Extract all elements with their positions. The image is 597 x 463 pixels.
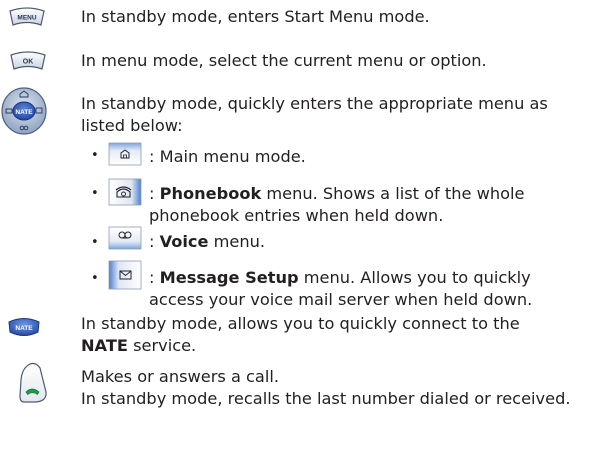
left-key-icon: [108, 260, 142, 290]
up-key-icon: [108, 142, 142, 166]
bullet: •: [91, 271, 99, 286]
sub-item-voice: : Voice menu.: [149, 231, 589, 253]
row-send-text: Makes or answers a call. In standby mode…: [81, 366, 586, 409]
row-nav-text: In standby mode, quickly enters the appr…: [81, 94, 548, 135]
nate-post: service.: [127, 335, 197, 355]
menu-key-label: MENU: [17, 15, 36, 22]
row-nate-text: In standby mode, allows you to quickly c…: [81, 313, 586, 356]
nav-key-label: NATE: [15, 109, 33, 116]
row-ok-text: In menu mode, select the current menu or…: [81, 51, 487, 70]
nate-key-label: NATE: [15, 325, 33, 332]
message-setup-desc: menu. Allows you to quickly access your …: [149, 268, 533, 309]
ok-key-icon: OK: [8, 50, 48, 72]
voice-bold: Voice: [159, 232, 209, 251]
bullet: •: [91, 186, 99, 201]
sub-item-message-setup-text: : Message Setup menu. Allows you to quic…: [149, 267, 589, 310]
send-call-key-icon: [18, 362, 48, 404]
ok-key-label: OK: [23, 59, 34, 66]
nate-bold: NATE: [81, 335, 128, 355]
row-menu-text: In standby mode, enters Start Menu mode.: [81, 7, 430, 26]
right-key-icon: [108, 178, 142, 206]
bullet: •: [91, 148, 99, 163]
down-key-icon: [108, 226, 142, 250]
menu-key-icon: MENU: [7, 6, 47, 28]
phonebook-desc: menu. Shows a list of the whole phoneboo…: [149, 184, 525, 225]
voice-desc: menu.: [208, 232, 266, 251]
colon: :: [149, 232, 160, 251]
sub-item-phonebook-text: : Phonebook menu. Shows a list of the wh…: [149, 183, 589, 226]
send-line1: Makes or answers a call.: [81, 367, 279, 386]
nate-key-icon: NATE: [7, 316, 41, 338]
nate-pre: In standby mode, allows you to quickly c…: [81, 314, 520, 333]
navigation-key-icon: NATE: [0, 86, 48, 136]
sub-item-main-menu: : Main menu mode.: [149, 147, 306, 166]
bullet: •: [91, 235, 99, 250]
send-line2: In standby mode, recalls the last number…: [81, 388, 571, 408]
